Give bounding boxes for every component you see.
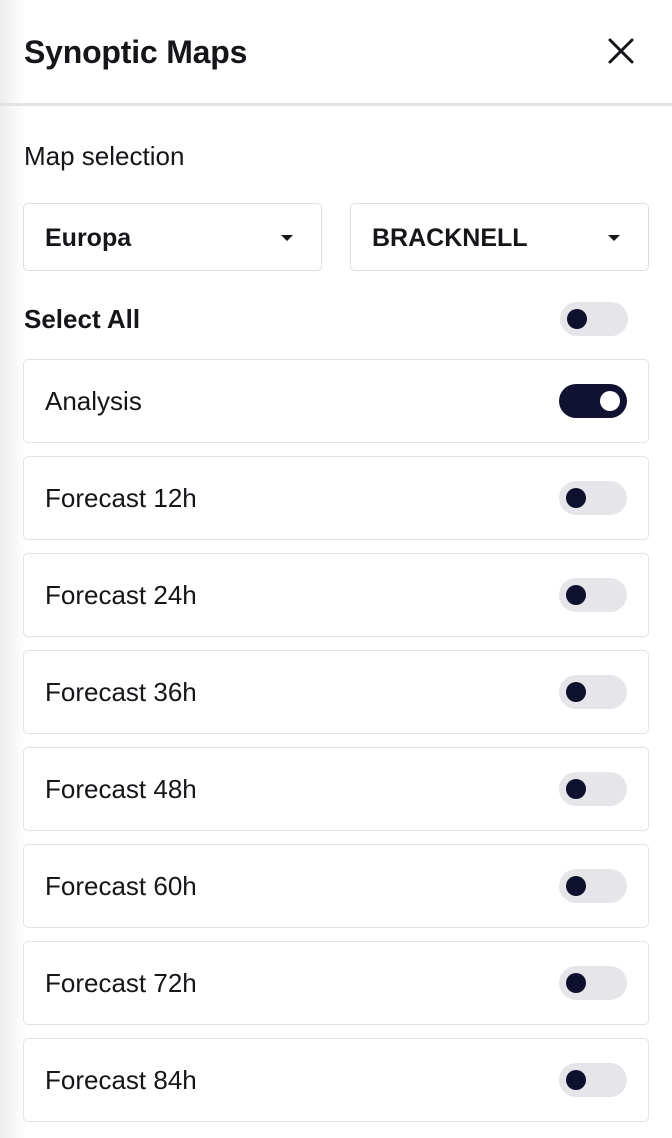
map-item-forecast-60h: Forecast 60h bbox=[23, 844, 649, 928]
map-item-analysis: Analysis bbox=[23, 359, 649, 443]
map-item-forecast-24h: Forecast 24h bbox=[23, 553, 649, 637]
map-item-label: Forecast 36h bbox=[45, 677, 197, 707]
toggle-knob bbox=[566, 488, 586, 508]
toggle-knob bbox=[567, 309, 587, 329]
toggle-knob bbox=[566, 585, 586, 605]
map-item-forecast-12h: Forecast 12h bbox=[23, 456, 649, 540]
toggle-knob bbox=[566, 682, 586, 702]
source-select[interactable]: BRACKNELL bbox=[350, 203, 649, 271]
toggle-knob bbox=[566, 779, 586, 799]
close-icon bbox=[608, 38, 634, 64]
select-all-toggle[interactable] bbox=[560, 302, 628, 336]
map-item-toggle[interactable] bbox=[559, 578, 627, 612]
map-item-forecast-72h: Forecast 72h bbox=[23, 941, 649, 1025]
map-item-forecast-48h: Forecast 48h bbox=[23, 747, 649, 831]
synoptic-maps-panel: Synoptic Maps Map selection Europa BRACK… bbox=[0, 0, 672, 1138]
page-title: Synoptic Maps bbox=[24, 34, 248, 70]
toggle-knob bbox=[600, 391, 620, 411]
caret-down-icon bbox=[281, 235, 293, 241]
region-select[interactable]: Europa bbox=[23, 203, 322, 271]
map-item-toggle[interactable] bbox=[559, 772, 627, 806]
toggle-knob bbox=[566, 1070, 586, 1090]
map-item-label: Forecast 60h bbox=[45, 871, 197, 901]
map-item-label: Forecast 24h bbox=[45, 580, 197, 610]
map-item-forecast-84h: Forecast 84h bbox=[23, 1038, 649, 1122]
region-select-value: Europa bbox=[45, 224, 132, 252]
select-all-label: Select All bbox=[24, 304, 141, 334]
map-selection-label: Map selection bbox=[24, 141, 185, 171]
map-item-toggle[interactable] bbox=[559, 481, 627, 515]
toggle-knob bbox=[566, 973, 586, 993]
map-item-label: Forecast 84h bbox=[45, 1065, 197, 1095]
map-item-forecast-36h: Forecast 36h bbox=[23, 650, 649, 734]
map-item-toggle[interactable] bbox=[559, 966, 627, 1000]
panel-header: Synoptic Maps bbox=[0, 0, 672, 106]
map-item-toggle[interactable] bbox=[559, 869, 627, 903]
map-item-label: Analysis bbox=[45, 386, 142, 416]
map-item-toggle[interactable] bbox=[559, 1063, 627, 1097]
close-button[interactable] bbox=[598, 28, 644, 74]
toggle-knob bbox=[566, 876, 586, 896]
source-select-value: BRACKNELL bbox=[372, 224, 528, 252]
map-item-label: Forecast 48h bbox=[45, 774, 197, 804]
map-list: Analysis Forecast 12h Forecast 24h Forec… bbox=[23, 359, 649, 1135]
map-item-label: Forecast 12h bbox=[45, 483, 197, 513]
caret-down-icon bbox=[608, 235, 620, 241]
map-item-toggle[interactable] bbox=[559, 675, 627, 709]
map-item-toggle[interactable] bbox=[559, 384, 627, 418]
select-all-row: Select All bbox=[24, 300, 648, 340]
map-item-label: Forecast 72h bbox=[45, 968, 197, 998]
